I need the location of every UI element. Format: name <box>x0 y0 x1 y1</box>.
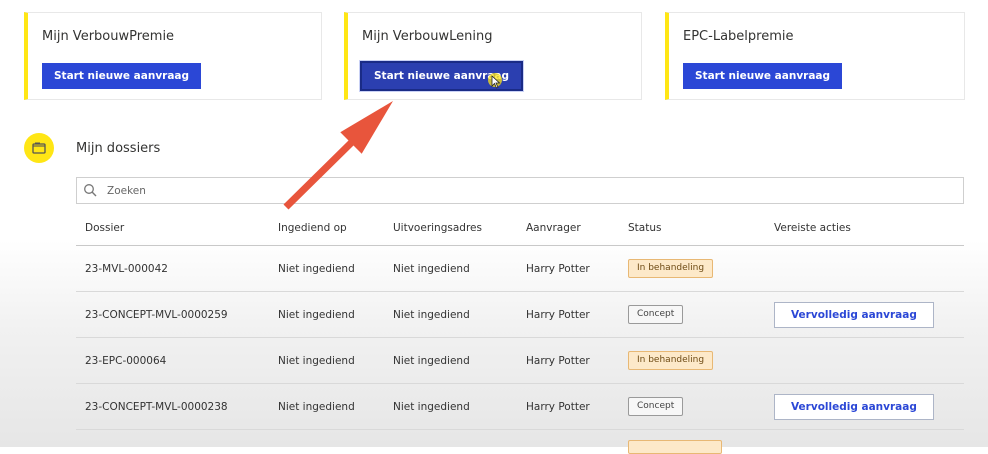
column-header-ingediend-op[interactable]: Ingediend op <box>278 210 347 245</box>
cell-ingediend-op: Niet ingediend <box>278 308 355 321</box>
vervolledig-aanvraag-button[interactable]: Vervolledig aanvraag <box>774 393 934 420</box>
status-badge: Concept <box>628 397 684 416</box>
status-badge: In behandeling <box>628 259 714 278</box>
cell-ingediend-op: Niet ingediend <box>278 262 355 275</box>
cell-ingediend-op: Niet ingediend <box>278 400 355 413</box>
cell-aanvrager: Harry Potter <box>526 400 590 413</box>
dossiers-table: Dossier Ingediend op Uitvoeringsadres Aa… <box>76 210 964 430</box>
cell-uitvoeringsadres: Niet ingediend <box>393 308 470 321</box>
cell-uitvoeringsadres: Niet ingediend <box>393 354 470 367</box>
card-title: Mijn VerbouwPremie <box>42 29 175 44</box>
status-badge: Concept <box>628 305 684 324</box>
cell-aanvrager: Harry Potter <box>526 354 590 367</box>
card-verbouwpremie: Mijn VerbouwPremie Start nieuwe aanvraag <box>24 12 322 100</box>
cell-ingediend-op: Niet ingediend <box>278 354 355 367</box>
start-aanvraag-epc-button[interactable]: Start nieuwe aanvraag <box>683 63 843 89</box>
table-header-row: Dossier Ingediend op Uitvoeringsadres Aa… <box>76 210 964 246</box>
section-title-mijn-dossiers: Mijn dossiers <box>76 141 161 156</box>
start-aanvraag-verbouwpremie-button[interactable]: Start nieuwe aanvraag <box>42 63 202 89</box>
cell-status: Concept <box>628 384 684 429</box>
card-verbouwlening: Mijn VerbouwLening Start nieuwe aanvraag <box>344 12 642 100</box>
table-row[interactable]: 23-CONCEPT-MVL-0000259 Niet ingediend Ni… <box>76 292 964 338</box>
cell-vereiste-acties: Vervolledig aanvraag <box>774 384 934 429</box>
card-epc-labelpremie: EPC-Labelpremie Start nieuwe aanvraag <box>665 12 965 100</box>
status-badge: In behandeling <box>628 351 714 370</box>
search-input[interactable] <box>107 178 947 203</box>
column-header-uitvoeringsadres[interactable]: Uitvoeringsadres <box>393 210 482 245</box>
cell-dossier[interactable]: 23-MVL-000042 <box>85 246 168 291</box>
card-title: Mijn VerbouwLening <box>362 29 493 44</box>
cell-dossier[interactable]: 23-EPC-000064 <box>85 338 166 383</box>
card-title: EPC-Labelpremie <box>683 29 794 44</box>
table-row[interactable]: 23-MVL-000042 Niet ingediend Niet ingedi… <box>76 246 964 292</box>
column-header-status[interactable]: Status <box>628 210 661 245</box>
cell-vereiste-acties: Vervolledig aanvraag <box>774 292 934 337</box>
table-row[interactable]: 23-EPC-000064 Niet ingediend Niet ingedi… <box>76 338 964 384</box>
cell-status: In behandeling <box>628 338 714 383</box>
search-icon <box>84 184 97 197</box>
table-row[interactable]: 23-CONCEPT-MVL-0000238 Niet ingediend Ni… <box>76 384 964 430</box>
document-icon <box>24 133 54 163</box>
search-box <box>76 177 964 204</box>
cell-uitvoeringsadres: Niet ingediend <box>393 400 470 413</box>
status-badge-partial <box>628 440 722 454</box>
cell-status: In behandeling <box>628 246 714 291</box>
vervolledig-aanvraag-button[interactable]: Vervolledig aanvraag <box>774 301 934 328</box>
cell-uitvoeringsadres: Niet ingediend <box>393 262 470 275</box>
cell-aanvrager: Harry Potter <box>526 308 590 321</box>
column-header-vereiste-acties: Vereiste acties <box>774 221 851 234</box>
mouse-cursor-icon <box>491 75 501 89</box>
cell-aanvrager: Harry Potter <box>526 262 590 275</box>
column-header-aanvrager[interactable]: Aanvrager <box>526 210 581 245</box>
column-header-dossier[interactable]: Dossier <box>85 210 124 245</box>
cell-dossier[interactable]: 23-CONCEPT-MVL-0000259 <box>85 292 228 337</box>
cell-status: Concept <box>628 292 684 337</box>
cell-dossier[interactable]: 23-CONCEPT-MVL-0000238 <box>85 384 228 429</box>
